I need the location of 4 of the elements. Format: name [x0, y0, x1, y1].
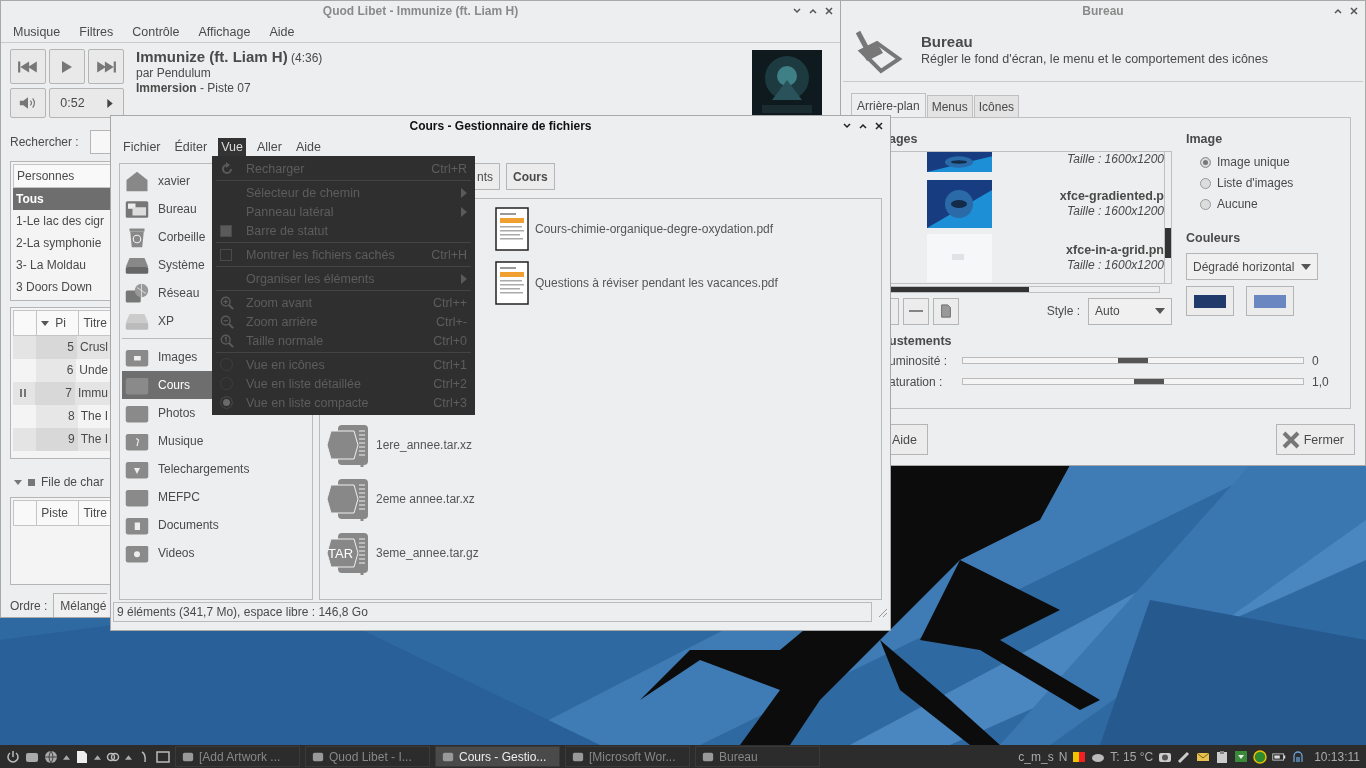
temperature-label: T: 15 °C [1110, 749, 1154, 764]
clock: 10:13:11 [1314, 749, 1360, 764]
tray-label: N [1058, 749, 1068, 764]
tray-label: c_m_s [1018, 749, 1054, 764]
